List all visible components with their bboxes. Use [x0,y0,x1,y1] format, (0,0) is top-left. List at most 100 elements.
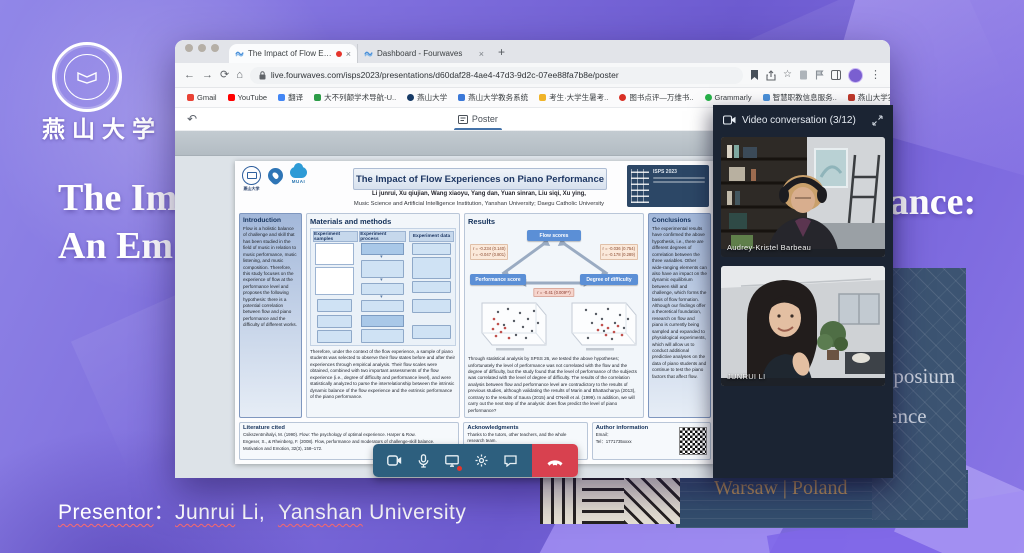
methods-text: Therefore, under the context of the flow… [310,349,456,400]
tab-title: The Impact of Flow Exper... [248,49,332,58]
recording-indicator-icon [336,51,342,57]
close-window-button[interactable] [185,44,193,52]
bookmark-item[interactable]: Grammarly [705,93,752,102]
new-tab-button[interactable]: + [490,45,513,59]
bookmark-star-icon[interactable]: ☆ [783,70,792,80]
screen-share-button[interactable] [444,453,460,469]
section-conclusions: Conclusions The experimental results hav… [648,213,711,418]
correlation-right: r = -0.036 (0.754)r = -0.178 (0.289) [600,244,638,260]
share-icon[interactable] [766,70,776,81]
bookmark-item[interactable]: 燕山大学 [407,92,447,103]
video-conversation-panel: Video conversation (3/12) [713,105,893,478]
bookmark-favicon [848,94,855,101]
presenter-first-name: Junrui [175,501,235,524]
hang-up-button[interactable] [532,444,578,477]
author-tel: Tel：1771735xxxx [596,439,676,445]
correlation-center: r = -0.41 (0.009**) [533,288,574,297]
zoom-window-button[interactable] [211,44,219,52]
bookmark-favicon [187,94,194,101]
node-performance-score: Performance score [470,274,526,285]
results-scatter-plots [468,297,640,353]
extension-flag-icon[interactable] [815,70,824,80]
isps-badge-art [631,169,649,203]
browser-menu-icon[interactable]: ⋮ [870,70,881,81]
introduction-text: Flow is a holistic balance of challenge … [243,226,298,329]
muai-logo-label: MUAI [292,179,306,184]
flow-box [317,330,352,343]
screen-share-active-indicator [457,466,462,471]
flow-box [412,325,451,339]
bookmark-item[interactable]: 图书点评—万维书.. [619,92,693,103]
poster-icon [458,115,468,124]
bookmark-item[interactable]: 翻译 [278,92,303,103]
chat-button[interactable] [503,453,519,469]
video-camera-icon [723,115,736,125]
bookmark-filled-icon[interactable] [750,70,759,81]
scatter-plot-2 [558,297,640,353]
browser-tab-strip: The Impact of Flow Exper... × Dashboard … [175,40,890,63]
bookmark-item[interactable]: 考生·大学生暑考.. [539,92,608,103]
qr-code [679,427,707,455]
presenter-affiliation-2: University [363,501,467,524]
desktop: 燕山大学 The Im An Em mance: mposium cience … [0,0,1024,553]
browser-tab-inactive[interactable]: Dashboard - Fourwaves × [357,44,490,63]
extension-page-icon[interactable] [799,70,808,80]
literature-line-1: Csikszentmihalyi, M. (1990). Flow: The p… [243,432,455,438]
video-tile-2[interactable]: JUNRUI LI [721,266,885,386]
bookmark-favicon [539,94,546,101]
forward-icon[interactable]: → [202,70,213,81]
microphone-toggle-button[interactable] [415,453,431,469]
poster-document: 燕山大学 MUAI The Impact of Flow Experiences… [235,161,715,464]
bookmark-favicon [763,94,770,101]
institute-drop-logo [265,165,286,186]
browser-tab-active[interactable]: The Impact of Flow Exper... × [229,44,357,63]
tab-close-button[interactable]: × [346,49,351,59]
fourwaves-favicon-icon [364,49,373,58]
bookmark-item[interactable]: YouTube [228,93,267,102]
node-degree-difficulty: Degree of difficulty [580,274,638,285]
slide-title-fragment-2: An Em [58,224,173,268]
flow-box [361,300,403,312]
tab-poster[interactable]: Poster [458,108,498,130]
reload-icon[interactable]: ⟳ [220,70,229,81]
participant-name: Audrey-Kristel Barbeau [727,243,811,252]
flow-box [361,260,403,278]
participant-name: JUNRUI LI [727,372,766,381]
bookmark-item[interactable]: 大不列颠学术导航-U.. [314,92,396,103]
home-icon[interactable]: ⌂ [236,70,243,81]
minimize-window-button[interactable] [198,44,206,52]
pattern-vertical-stripes [540,474,582,524]
bookmark-item[interactable]: 燕山大学实验室与.. [848,92,890,103]
section-methods: Materials and methods Experiment samples… [306,213,460,418]
video-tile-1[interactable]: Audrey-Kristel Barbeau [721,137,885,257]
section-introduction: Introduction Flow is a holistic balance … [239,213,302,418]
back-icon[interactable]: ← [184,70,195,81]
flow-box [361,329,403,343]
poster-logos: 燕山大学 MUAI [242,166,307,192]
window-controls[interactable] [185,40,219,63]
flowchart-header-3: Experiment data [409,231,454,242]
sidebar-icon[interactable] [831,70,841,80]
flow-box [317,315,352,328]
address-bar[interactable]: live.fourwaves.com/isps2023/presentation… [250,67,743,84]
expand-icon[interactable] [872,115,883,126]
pattern-horizontal-stripes [582,474,624,524]
results-text: Through statistical analysis by SPSS 26,… [468,356,640,414]
bookmark-favicon [278,94,285,101]
participant-2-video [721,266,885,386]
flow-box [412,281,451,293]
settings-button[interactable] [474,453,490,469]
tab-close-button[interactable]: × [479,49,484,59]
bookmark-favicon [228,94,235,101]
profile-avatar[interactable] [848,68,863,83]
bookmark-item[interactable]: 智慧职教信息服务.. [763,92,837,103]
methods-title: Materials and methods [310,217,456,226]
page-back-icon[interactable]: ↶ [187,112,197,126]
flow-box [315,243,354,265]
camera-toggle-button[interactable] [386,453,402,469]
video-panel-header: Video conversation (3/12) [713,105,893,135]
node-flow-scores: Flow scores [527,230,581,241]
bookmark-item[interactable]: 燕山大学教务系统 [458,92,528,103]
correlation-left: r = -0.234 (0.140)r = -0.047 (0.801) [470,244,508,260]
bookmark-item[interactable]: Gmail [187,93,217,102]
